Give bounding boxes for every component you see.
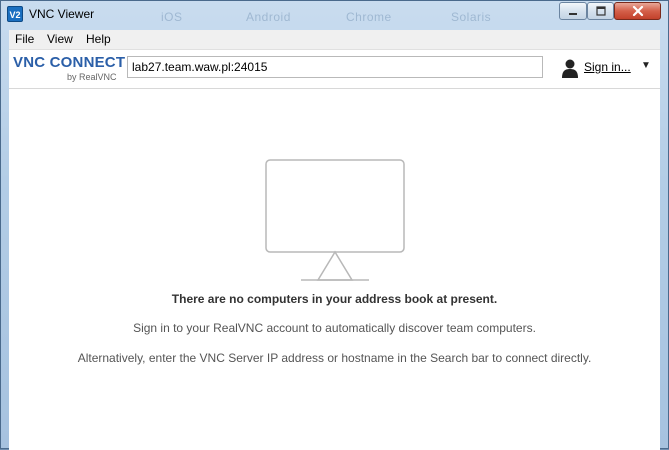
sign-in-label[interactable]: Sign in... xyxy=(584,60,631,74)
logo-byline: by RealVNC xyxy=(67,72,117,82)
client-area: File View Help VNC CONNECT by RealVNC Si… xyxy=(9,30,660,450)
menu-file[interactable]: File xyxy=(15,32,34,46)
empty-state-title: There are no computers in your address b… xyxy=(171,292,498,306)
background-tab-label: Chrome xyxy=(346,10,392,24)
menu-view[interactable]: View xyxy=(47,32,73,46)
sign-in-button[interactable]: Sign in... ▼ xyxy=(557,56,657,80)
background-tab-label: Android xyxy=(246,10,291,24)
close-button[interactable] xyxy=(614,2,661,20)
empty-state-line: Alternatively, enter the VNC Server IP a… xyxy=(77,351,592,365)
minimize-icon xyxy=(569,13,577,15)
maximize-button[interactable] xyxy=(587,2,614,20)
close-icon xyxy=(632,5,643,17)
minimize-button[interactable] xyxy=(559,2,587,20)
address-book-pane: There are no computers in your address b… xyxy=(9,89,660,450)
monitor-icon xyxy=(265,159,405,281)
chevron-down-icon[interactable]: ▼ xyxy=(641,60,651,71)
address-search-input[interactable] xyxy=(127,56,543,78)
vnc-app-icon[interactable]: V2 xyxy=(7,6,23,22)
background-tab-label: Solaris xyxy=(451,10,492,24)
window-title: VNC Viewer xyxy=(29,7,95,21)
person-icon xyxy=(562,59,578,78)
toolbar: VNC CONNECT by RealVNC Sign in... ▼ xyxy=(9,50,660,89)
background-tab-label: iOS xyxy=(161,10,183,24)
vnc-viewer-window: V2 VNC Viewer iOS Android Chrome Solaris… xyxy=(0,0,669,450)
title-bar[interactable]: V2 VNC Viewer iOS Android Chrome Solaris xyxy=(1,1,668,29)
vnc-connect-logo: VNC CONNECT xyxy=(13,54,126,71)
maximize-icon xyxy=(595,6,606,16)
menu-help[interactable]: Help xyxy=(86,32,111,46)
empty-state-line: Sign in to your RealVNC account to autom… xyxy=(133,321,536,335)
menu-bar: File View Help xyxy=(9,30,660,50)
